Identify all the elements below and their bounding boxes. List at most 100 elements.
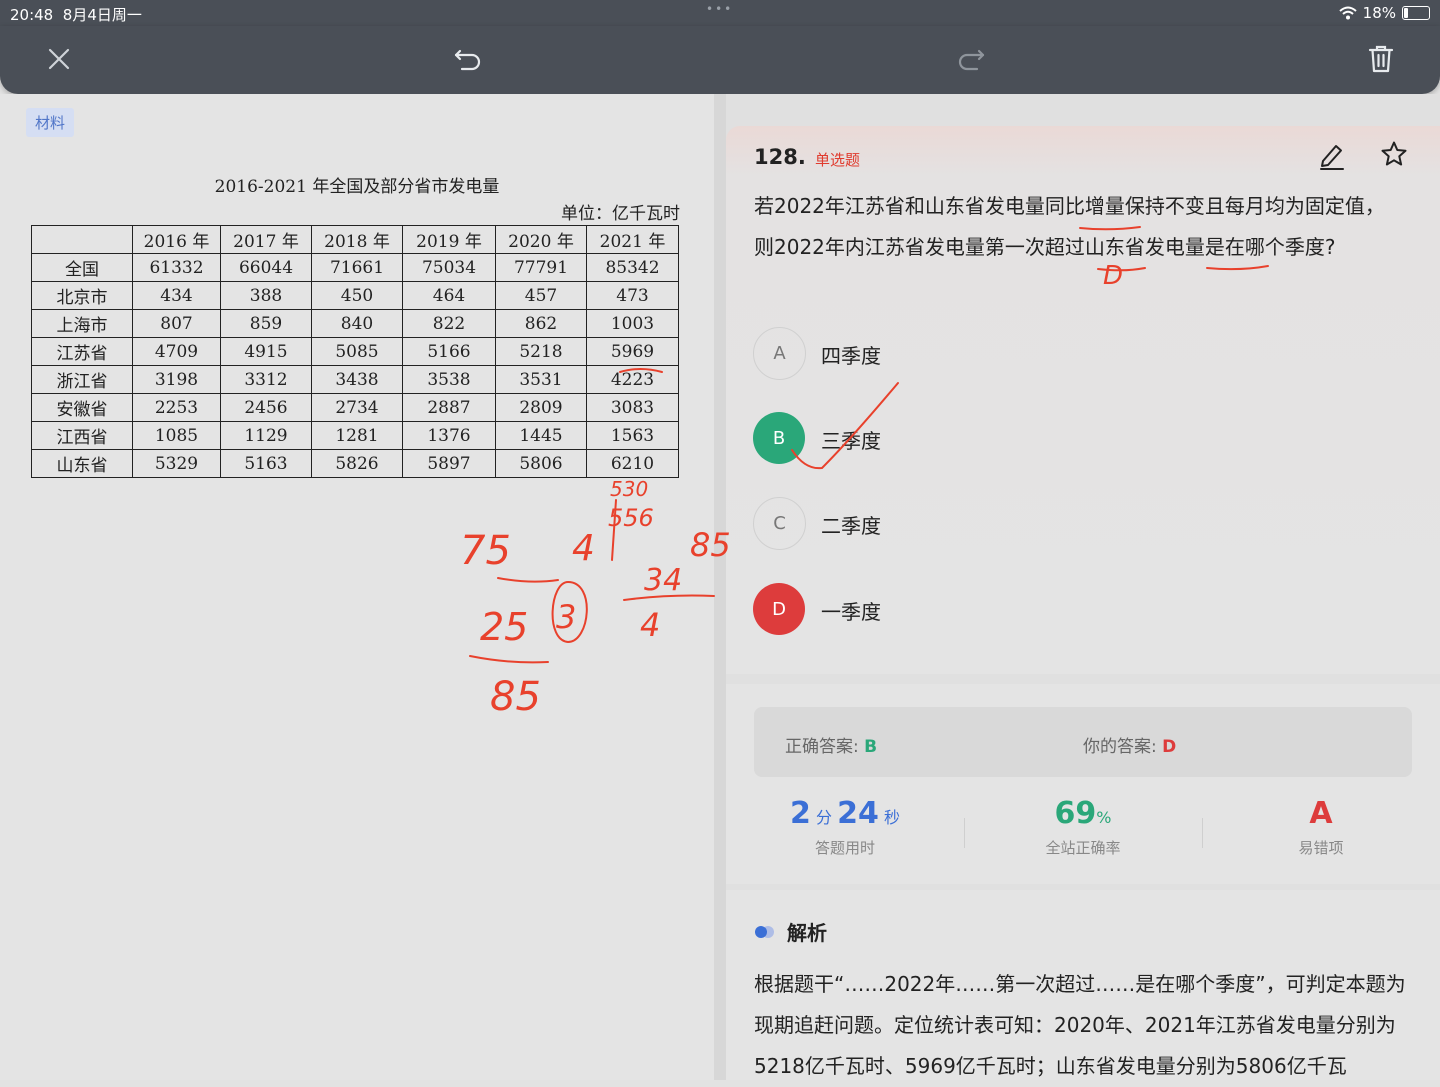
table-row: 上海市 807 859 840 822 862 1003 <box>31 309 679 338</box>
table-cell: 1085 <box>132 421 221 450</box>
table-header-cell: 2018 年 <box>311 225 403 254</box>
material-tag[interactable]: 材料 <box>26 108 75 137</box>
redo-icon <box>958 49 985 71</box>
table-row: 全国 61332 66044 71661 75034 77791 85342 <box>31 253 679 282</box>
table-cell: 2887 <box>402 393 496 422</box>
table-cell: 1129 <box>220 421 312 450</box>
option-a[interactable]: A 四季度 <box>753 327 1053 381</box>
table-header-cell: 2017 年 <box>220 225 312 254</box>
redo-button[interactable] <box>948 36 994 82</box>
battery-icon <box>1402 6 1430 20</box>
panel-divider[interactable] <box>714 94 726 1080</box>
close-button[interactable] <box>36 36 82 82</box>
table-cell: 450 <box>311 281 403 310</box>
row-label-cell: 江西省 <box>31 421 133 450</box>
analysis-title: 解析 <box>787 921 827 945</box>
table-cell: 859 <box>220 309 312 338</box>
table-cell: 2809 <box>495 393 587 422</box>
table-cell: 75034 <box>402 253 496 282</box>
option-c[interactable]: C 二季度 <box>753 497 1053 551</box>
table-row: 山东省 5329 5163 5826 5897 5806 6210 <box>31 449 679 478</box>
table-cell: 3438 <box>311 365 403 394</box>
table-cell: 6210 <box>586 449 679 478</box>
delete-button[interactable] <box>1358 36 1404 82</box>
table-cell: 1445 <box>495 421 587 450</box>
option-letter: D <box>753 583 805 635</box>
table-cell: 2253 <box>132 393 221 422</box>
table-cell: 434 <box>132 281 221 310</box>
row-label-cell: 江苏省 <box>31 337 133 366</box>
table-cell: 464 <box>402 281 496 310</box>
table-cell: 3083 <box>586 393 679 422</box>
common-wrong-stat: A 易错项 <box>1298 796 1344 857</box>
option-b[interactable]: B 三季度 <box>753 412 1053 466</box>
row-label-cell: 山东省 <box>31 449 133 478</box>
close-icon <box>48 48 70 70</box>
table-cell: 77791 <box>495 253 587 282</box>
table-cell: 457 <box>495 281 587 310</box>
undo-button[interactable] <box>445 36 491 82</box>
battery-percent: 18% <box>1362 4 1396 22</box>
table-cell: 5826 <box>311 449 403 478</box>
pencil-icon <box>1320 145 1344 170</box>
question-text: 若2022年江苏省和山东省发电量同比增量保持不变且每月均为固定值，则2022年内… <box>754 194 1385 259</box>
table-cell: 3198 <box>132 365 221 394</box>
data-table: 2016 年 2017 年 2018 年 2019 年 2020 年 2021 年全国 61… <box>31 225 679 478</box>
table-row: 北京市 434 388 450 464 457 473 <box>31 281 679 310</box>
table-cell: 840 <box>311 309 403 338</box>
table-cell: 5085 <box>311 337 403 366</box>
table-cell: 3531 <box>495 365 587 394</box>
edit-button[interactable] <box>1318 140 1348 170</box>
analysis-text: 根据题干“……2022年……第一次超过……是在哪个季度”，可判定本题为现期追赶问… <box>754 972 1406 1078</box>
favorite-button[interactable] <box>1380 140 1410 170</box>
table-cell: 388 <box>220 281 312 310</box>
table-cell: 2734 <box>311 393 403 422</box>
table-header-cell: 2020 年 <box>495 225 587 254</box>
table-title: 2016-2021 年全国及部分省市发电量 <box>214 177 500 197</box>
table-cell: 1003 <box>586 309 679 338</box>
your-answer: 你的答案: D <box>1083 737 1177 757</box>
table-cell: 807 <box>132 309 221 338</box>
table-cell: 3312 <box>220 365 312 394</box>
table-cell: 5329 <box>132 449 221 478</box>
table-cell: 473 <box>586 281 679 310</box>
table-row: 江西省 1085 1129 1281 1376 1445 1563 <box>31 421 679 450</box>
option-d[interactable]: D 一季度 <box>753 583 1053 637</box>
trash-icon <box>1368 45 1394 73</box>
table-cell: 2456 <box>220 393 312 422</box>
analysis-icon <box>753 924 777 938</box>
table-cell: 822 <box>402 309 496 338</box>
table-cell: 1376 <box>402 421 496 450</box>
time-stat: 2 分 24 秒 答题用时 <box>790 796 900 857</box>
table-row: 浙江省 3198 3312 3438 3538 3531 4223 <box>31 365 679 394</box>
table-header-cell: 2021 年 <box>586 225 679 254</box>
multitask-dots[interactable]: ••• <box>706 2 733 16</box>
table-cell: 5163 <box>220 449 312 478</box>
table-cell: 4223 <box>586 365 679 394</box>
row-label-cell: 全国 <box>31 253 133 282</box>
star-icon <box>1381 141 1407 166</box>
row-label-cell: 浙江省 <box>31 365 133 394</box>
option-letter: B <box>753 412 805 464</box>
option-letter: A <box>753 327 806 380</box>
annotation-toolbar <box>0 26 1440 94</box>
undo-icon <box>454 49 481 71</box>
status-bar: 20:48 8月4日周一 ••• 18% <box>0 0 1440 26</box>
table-header-row: 2016 年 2017 年 2018 年 2019 年 2020 年 2021 年 <box>31 225 679 254</box>
option-label: 一季度 <box>821 600 881 624</box>
correct-answer: 正确答案: B <box>785 737 878 757</box>
table-row: 江苏省 4709 4915 5085 5166 5218 5969 <box>31 337 679 366</box>
option-label: 三季度 <box>821 429 881 453</box>
table-cell: 4709 <box>132 337 221 366</box>
table-header-cell: 2016 年 <box>132 225 221 254</box>
table-cell: 5166 <box>402 337 496 366</box>
table-cell: 5897 <box>402 449 496 478</box>
table-cell: 61332 <box>132 253 221 282</box>
table-cell: 5969 <box>586 337 679 366</box>
table-cell: 66044 <box>220 253 312 282</box>
row-label-cell: 安徽省 <box>31 393 133 422</box>
table-cell: 1281 <box>311 421 403 450</box>
row-label-cell: 上海市 <box>31 309 133 338</box>
status-right: 18% <box>1338 4 1430 22</box>
table-cell: 85342 <box>586 253 679 282</box>
